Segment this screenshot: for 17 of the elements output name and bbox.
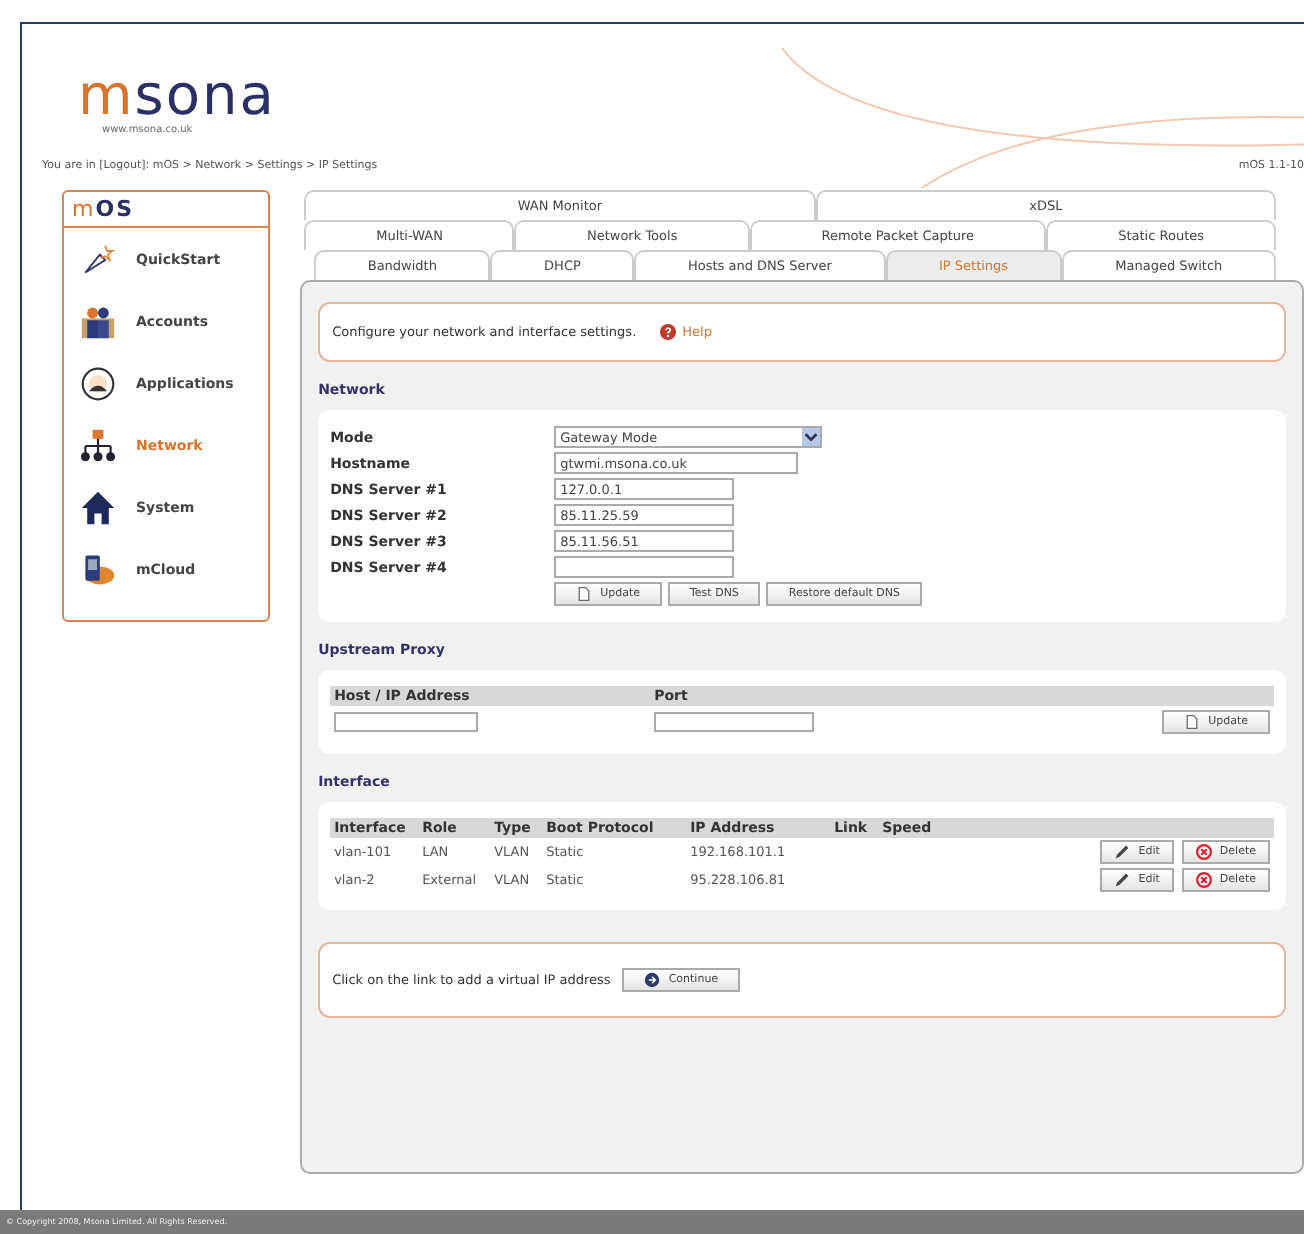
host-field[interactable]: [334, 712, 479, 732]
logo: msona: [78, 68, 276, 124]
house-icon: [80, 489, 116, 525]
arrow-icon: [644, 972, 661, 988]
dns-server-field[interactable]: [554, 556, 735, 578]
help-icon: [660, 324, 677, 340]
port-field[interactable]: [654, 712, 815, 732]
dropdown-arrow-icon: [802, 428, 821, 446]
wand-icon: [80, 241, 116, 277]
delete-icon: [1195, 872, 1212, 888]
network-icon: [80, 427, 116, 463]
disc-icon: [80, 365, 116, 401]
people-icon: [80, 303, 116, 339]
delete-icon: [1195, 844, 1212, 860]
document-icon: [576, 586, 593, 602]
document-icon: [1184, 714, 1201, 730]
sidebar-title: mOS: [64, 192, 269, 228]
